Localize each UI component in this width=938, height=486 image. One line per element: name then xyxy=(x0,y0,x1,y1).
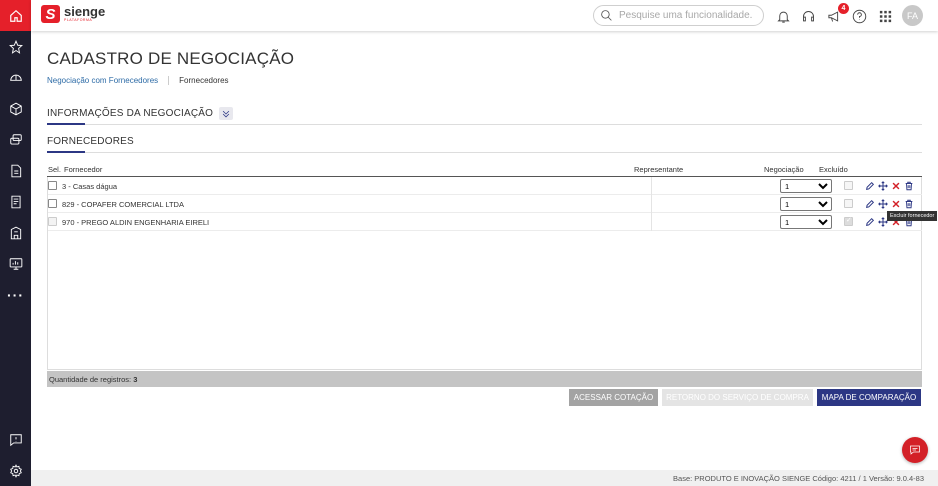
home-icon[interactable] xyxy=(0,0,31,31)
negotiation-select[interactable]: 1 xyxy=(780,215,832,229)
close-x-icon[interactable] xyxy=(890,198,901,209)
search-input[interactable] xyxy=(619,10,759,21)
invoice-icon[interactable] xyxy=(0,192,31,212)
help-icon[interactable] xyxy=(850,7,868,25)
monitor-icon[interactable] xyxy=(0,254,31,274)
double-chevron-down-icon xyxy=(222,110,230,117)
col-excluded[interactable]: Excluído xyxy=(819,165,848,174)
table-row[interactable]: 970 - PREGO ALDIN ENGENHARIA EIRELI 1 xyxy=(48,213,922,231)
edit-pencil-icon[interactable] xyxy=(864,198,875,209)
access-quote-button[interactable]: ACESSAR COTAÇÃO xyxy=(569,389,658,406)
divider xyxy=(47,124,922,125)
table-row[interactable]: 3 - Casas dágua 1 xyxy=(48,177,922,195)
row-select-checkbox xyxy=(48,217,57,226)
negotiation-select[interactable]: 1 xyxy=(780,179,832,193)
page-title: CADASTRO DE NEGOCIAÇÃO xyxy=(47,49,295,68)
status-bar: Base: PRODUTO E INOVAÇÃO SIENGE Código: … xyxy=(31,470,938,486)
chat-icon xyxy=(910,445,920,455)
sienge-logo-mark: S xyxy=(41,5,60,23)
suppliers-section-title: FORNECEDORES xyxy=(47,136,134,147)
row-select-checkbox[interactable] xyxy=(48,181,57,190)
trash-icon[interactable] xyxy=(903,180,914,191)
supplier-name: 829 - COPAFER COMERCIAL LTDA xyxy=(62,200,184,209)
breadcrumb-link[interactable]: Negociação com Fornecedores xyxy=(47,76,158,85)
negotiation-select[interactable]: 1 xyxy=(780,197,832,211)
search-icon xyxy=(601,10,612,21)
col-representative[interactable]: Representante xyxy=(634,165,683,174)
representative-cell[interactable] xyxy=(651,213,781,231)
supplier-name: 3 - Casas dágua xyxy=(62,182,118,191)
logo-name: sienge xyxy=(64,4,106,20)
sidebar: ··· xyxy=(0,0,31,486)
search-box[interactable] xyxy=(593,5,764,26)
breadcrumb-current: Fornecedores xyxy=(179,76,229,85)
breadcrumb-separator xyxy=(168,76,170,85)
suppliers-table[interactable]: 3 - Casas dágua 1 829 - COPAFER COMERCIA… xyxy=(47,177,922,370)
excluded-checkbox xyxy=(844,181,853,190)
apps-grid-icon[interactable] xyxy=(876,7,894,25)
star-icon[interactable] xyxy=(0,37,31,57)
supplier-name: 970 - PREGO ALDIN ENGENHARIA EIRELI xyxy=(62,218,210,227)
chat-support-button[interactable] xyxy=(902,437,928,463)
close-x-icon[interactable] xyxy=(890,180,901,191)
bell-icon[interactable] xyxy=(774,7,792,25)
trash-icon[interactable] xyxy=(903,198,914,209)
more-icon[interactable]: ··· xyxy=(0,285,31,305)
user-avatar[interactable]: FA xyxy=(902,5,923,26)
edit-pencil-icon[interactable] xyxy=(864,180,875,191)
delete-supplier-tooltip: Excluir fornecedor xyxy=(887,211,938,221)
info-section-title: INFORMAÇÕES DA NEGOCIAÇÃO xyxy=(47,108,214,119)
col-negotiation[interactable]: Negociação xyxy=(764,165,804,174)
move-icon[interactable] xyxy=(877,180,888,191)
suppliers-section: FORNECEDORES xyxy=(47,136,922,156)
section-accent xyxy=(47,151,85,153)
record-count-label: Quantidade de registros: xyxy=(49,375,132,384)
divider xyxy=(47,152,922,153)
notification-badge: 4 xyxy=(838,3,849,14)
table-row[interactable]: 829 - COPAFER COMERCIAL LTDA 1 xyxy=(48,195,922,213)
document-icon[interactable] xyxy=(0,161,31,181)
top-bar: S sienge PLATAFORMA 4 FA xyxy=(31,0,938,31)
logo-sub: PLATAFORMA xyxy=(64,18,93,23)
section-accent xyxy=(47,123,85,125)
helmet-icon[interactable] xyxy=(0,68,31,88)
coins-icon[interactable] xyxy=(0,130,31,150)
representative-cell[interactable] xyxy=(651,177,781,195)
record-count: 3 xyxy=(133,375,138,384)
table-footer: Quantidade de registros: 3 xyxy=(47,371,922,387)
move-icon[interactable] xyxy=(877,198,888,209)
compare-map-button[interactable]: MAPA DE COMPARAÇÃO xyxy=(817,389,921,406)
sienge-logo[interactable]: S sienge PLATAFORMA xyxy=(41,5,105,23)
return-service-button: RETORNO DO SERVIÇO DE COMPRA xyxy=(662,389,813,406)
megaphone-icon[interactable]: 4 xyxy=(825,3,849,25)
info-section: INFORMAÇÕES DA NEGOCIAÇÃO xyxy=(47,107,922,127)
excluded-checkbox xyxy=(844,216,853,226)
representative-cell[interactable] xyxy=(651,195,781,213)
breadcrumb: Negociação com Fornecedores Fornecedores xyxy=(47,76,229,85)
suppliers-table-header: Sel. Fornecedor Representante Negociação… xyxy=(47,164,922,177)
headset-icon[interactable] xyxy=(799,7,817,25)
expand-section-button[interactable] xyxy=(219,107,234,120)
feedback-icon[interactable] xyxy=(0,430,31,450)
edit-pencil-icon[interactable] xyxy=(864,216,875,227)
box-icon[interactable] xyxy=(0,99,31,119)
col-supplier[interactable]: Fornecedor xyxy=(64,165,102,174)
settings-gear-icon[interactable] xyxy=(0,461,31,481)
row-select-checkbox[interactable] xyxy=(48,199,57,208)
col-sel[interactable]: Sel. xyxy=(48,165,61,174)
building-icon[interactable] xyxy=(0,223,31,243)
excluded-checkbox xyxy=(844,199,853,208)
